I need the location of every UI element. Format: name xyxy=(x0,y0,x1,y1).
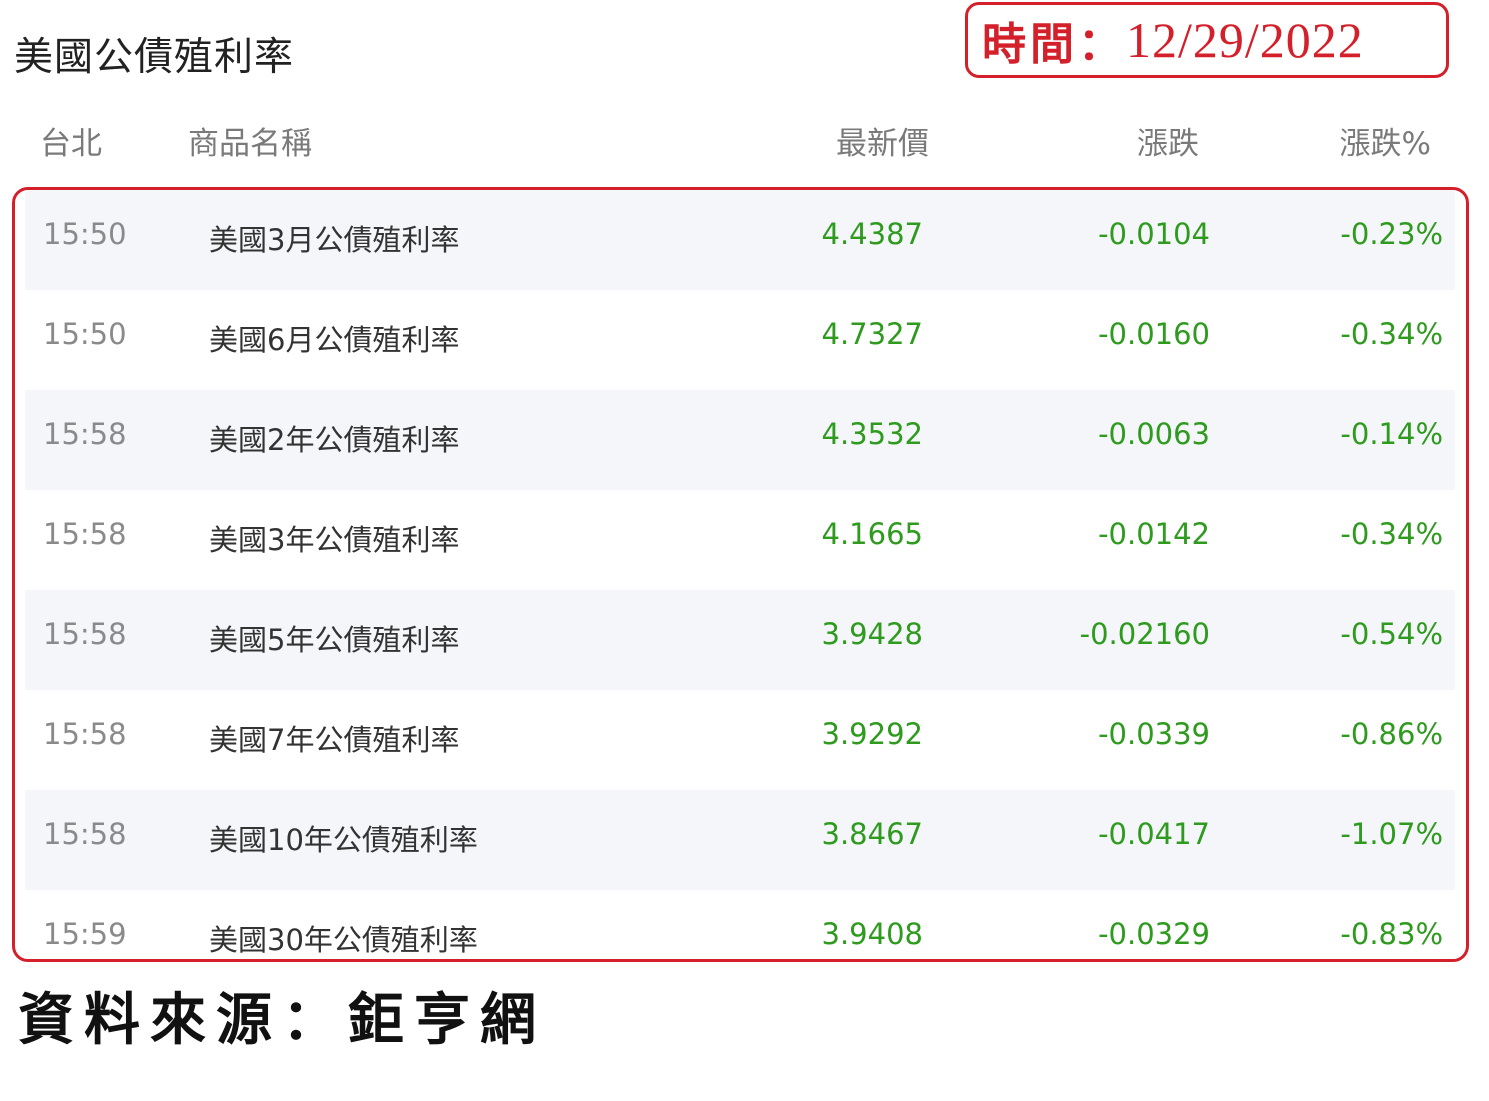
header-change: 漲跌 xyxy=(1137,126,1199,162)
row-change: -0.0339 xyxy=(1098,717,1210,751)
row-change: -0.0417 xyxy=(1098,817,1210,851)
row-time: 15:58 xyxy=(43,717,127,751)
row-change: -0.0142 xyxy=(1098,517,1210,551)
date-annotation: 時間： 12/29/2022 xyxy=(965,2,1449,78)
row-change-pct: -0.54% xyxy=(1340,617,1443,651)
row-price: 3.9428 xyxy=(821,617,923,651)
row-name[interactable]: 美國3月公債殖利率 xyxy=(209,217,459,259)
date-label: 時間： xyxy=(982,19,1126,70)
row-price: 4.3532 xyxy=(821,417,923,451)
page-title: 美國公債殖利率 xyxy=(14,35,295,80)
row-change-pct: -0.86% xyxy=(1340,717,1443,751)
row-change: -0.0160 xyxy=(1098,317,1210,351)
table-row[interactable]: 15:58 美國10年公債殖利率 3.8467 -0.0417 -1.07% xyxy=(25,790,1455,890)
row-change: -0.0329 xyxy=(1098,917,1210,951)
header-name: 商品名稱 xyxy=(188,126,312,162)
row-change-pct: -0.34% xyxy=(1340,317,1443,351)
table-row[interactable]: 15:58 美國3年公債殖利率 4.1665 -0.0142 -0.34% xyxy=(25,490,1455,590)
row-name[interactable]: 美國5年公債殖利率 xyxy=(209,617,459,659)
table-row[interactable]: 15:50 美國3月公債殖利率 4.4387 -0.0104 -0.23% xyxy=(25,190,1455,290)
row-name[interactable]: 美國30年公債殖利率 xyxy=(209,917,478,959)
row-change: -0.0104 xyxy=(1098,217,1210,251)
row-change-pct: -1.07% xyxy=(1340,817,1443,851)
row-price: 3.9292 xyxy=(821,717,923,751)
row-change-pct: -0.83% xyxy=(1340,917,1443,951)
row-name[interactable]: 美國3年公債殖利率 xyxy=(209,517,459,559)
row-change-pct: -0.34% xyxy=(1340,517,1443,551)
row-change: -0.0063 xyxy=(1098,417,1210,451)
table-header: 台北 商品名稱 最新價 漲跌 漲跌% xyxy=(0,118,1489,166)
date-value: 12/29/2022 xyxy=(1126,12,1364,68)
row-time: 15:58 xyxy=(43,517,127,551)
row-price: 4.1665 xyxy=(821,517,923,551)
row-time: 15:50 xyxy=(43,217,127,251)
row-price: 3.8467 xyxy=(821,817,923,851)
table-row[interactable]: 15:58 美國5年公債殖利率 3.9428 -0.02160 -0.54% xyxy=(25,590,1455,690)
yield-table: 15:50 美國3月公債殖利率 4.4387 -0.0104 -0.23% 15… xyxy=(25,190,1455,959)
row-change-pct: -0.14% xyxy=(1340,417,1443,451)
row-time: 15:58 xyxy=(43,617,127,651)
table-row[interactable]: 15:59 美國30年公債殖利率 3.9408 -0.0329 -0.83% xyxy=(25,890,1455,959)
row-price: 4.4387 xyxy=(821,217,923,251)
header-change-pct: 漲跌% xyxy=(1339,126,1431,162)
row-name[interactable]: 美國7年公債殖利率 xyxy=(209,717,459,759)
table-row[interactable]: 15:58 美國2年公債殖利率 4.3532 -0.0063 -0.14% xyxy=(25,390,1455,490)
row-change-pct: -0.23% xyxy=(1340,217,1443,251)
source-caption: 資料來源：鉅亨網 xyxy=(18,987,546,1053)
row-name[interactable]: 美國2年公債殖利率 xyxy=(209,417,459,459)
row-change: -0.02160 xyxy=(1079,617,1210,651)
header-price: 最新價 xyxy=(836,126,929,162)
highlight-frame: 15:50 美國3月公債殖利率 4.4387 -0.0104 -0.23% 15… xyxy=(12,187,1469,962)
header-time: 台北 xyxy=(40,126,102,162)
row-name[interactable]: 美國6月公債殖利率 xyxy=(209,317,459,359)
row-name[interactable]: 美國10年公債殖利率 xyxy=(209,817,478,859)
table-row[interactable]: 15:50 美國6月公債殖利率 4.7327 -0.0160 -0.34% xyxy=(25,290,1455,390)
table-row[interactable]: 15:58 美國7年公債殖利率 3.9292 -0.0339 -0.86% xyxy=(25,690,1455,790)
row-time: 15:50 xyxy=(43,317,127,351)
row-price: 4.7327 xyxy=(821,317,923,351)
row-price: 3.9408 xyxy=(821,917,923,951)
row-time: 15:58 xyxy=(43,417,127,451)
row-time: 15:59 xyxy=(43,917,127,951)
row-time: 15:58 xyxy=(43,817,127,851)
